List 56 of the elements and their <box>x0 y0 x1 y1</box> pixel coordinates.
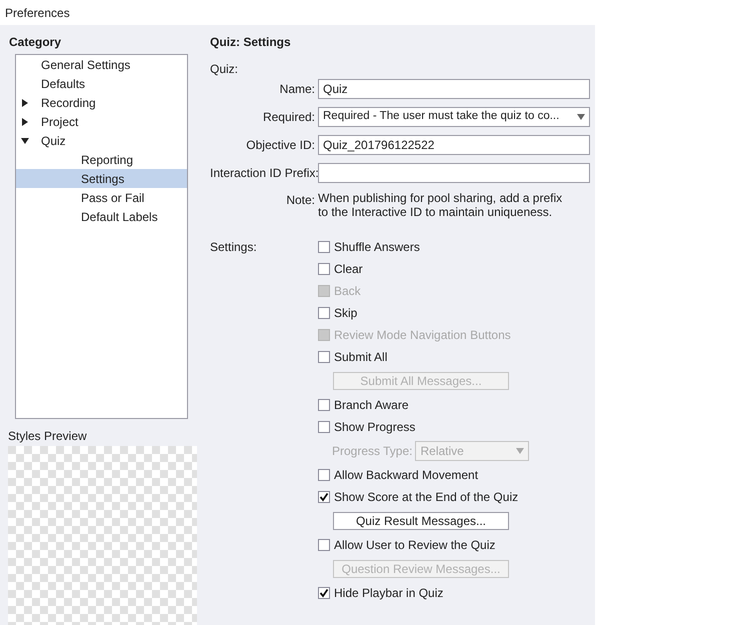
checkbox-label: Review Mode Navigation Buttons <box>334 327 511 344</box>
dropdown-arrow-icon <box>577 114 585 120</box>
field-label: Objective ID: <box>245 137 316 154</box>
checkbox[interactable] <box>318 241 330 253</box>
required-dropdown[interactable]: Required - The user must take the quiz to co... <box>318 107 590 127</box>
category-item[interactable]: General Settings <box>16 55 187 74</box>
checkbox-label: Allow Backward Movement <box>334 467 478 484</box>
checkbox-label: Skip <box>334 305 358 322</box>
checkbox[interactable] <box>318 307 330 319</box>
section-label: Quiz: <box>210 61 240 74</box>
field-label: Required: <box>262 109 316 126</box>
category-item[interactable]: Project <box>16 112 187 131</box>
settings-label: Settings: <box>210 239 258 256</box>
dialog-button[interactable]: Quiz Result Messages... <box>333 512 509 530</box>
category-item[interactable]: Reporting <box>16 150 187 169</box>
checkmark-icon <box>319 588 329 598</box>
dropdown-arrow-icon <box>516 448 524 454</box>
window-title: Preferences <box>5 4 70 22</box>
caret-right-icon[interactable] <box>21 118 29 126</box>
checkbox-label: Show Progress <box>334 419 416 436</box>
category-item[interactable]: Default Labels <box>16 207 187 226</box>
checkbox[interactable] <box>318 399 330 411</box>
caret-right-icon[interactable] <box>21 98 29 106</box>
checkbox-label: Clear <box>334 261 363 278</box>
checkmark-icon <box>319 492 329 502</box>
category-item[interactable]: Defaults <box>16 74 187 93</box>
checkbox-label: Branch Aware <box>334 397 408 414</box>
checkbox[interactable] <box>318 469 330 481</box>
note-text: When publishing for pool sharing, add a prefix to the Interactive ID to maintain uniqueness. <box>318 191 563 219</box>
checkbox[interactable] <box>318 263 330 275</box>
note-label: Note: <box>285 192 316 209</box>
field-label: Interaction ID Prefix: <box>210 165 318 182</box>
checkbox[interactable] <box>318 351 330 363</box>
checkbox-label: Show Score at the End of the Quiz <box>334 489 518 506</box>
panel-title: Quiz: Settings <box>210 34 292 47</box>
category-item[interactable]: Pass or Fail <box>16 188 187 207</box>
text-field[interactable] <box>318 163 590 183</box>
checkbox[interactable] <box>318 421 330 433</box>
caret-down-icon[interactable] <box>21 136 29 144</box>
checkbox[interactable] <box>318 491 330 503</box>
category-item[interactable]: Recording <box>16 93 187 112</box>
checkbox-label: Submit All <box>334 349 388 366</box>
text-field[interactable]: Quiz_201796122522 <box>318 135 590 155</box>
checkbox-label: Allow User to Review the Quiz <box>334 537 496 554</box>
category-item[interactable]: Quiz <box>16 131 187 150</box>
checkbox-label: Shuffle Answers <box>334 239 420 256</box>
field-label: Name: <box>278 81 316 98</box>
category-heading: Category <box>8 34 62 47</box>
field-label: Progress Type: <box>332 443 412 460</box>
checkbox-label: Hide Playbar in Quiz <box>334 585 444 602</box>
checkbox[interactable] <box>318 587 330 599</box>
checkbox-label: Back <box>334 283 361 300</box>
styles-preview-label: Styles Preview <box>8 428 88 441</box>
category-item[interactable]: Settings <box>16 169 187 188</box>
checkbox[interactable] <box>318 539 330 551</box>
text-field[interactable]: Quiz <box>318 79 590 99</box>
